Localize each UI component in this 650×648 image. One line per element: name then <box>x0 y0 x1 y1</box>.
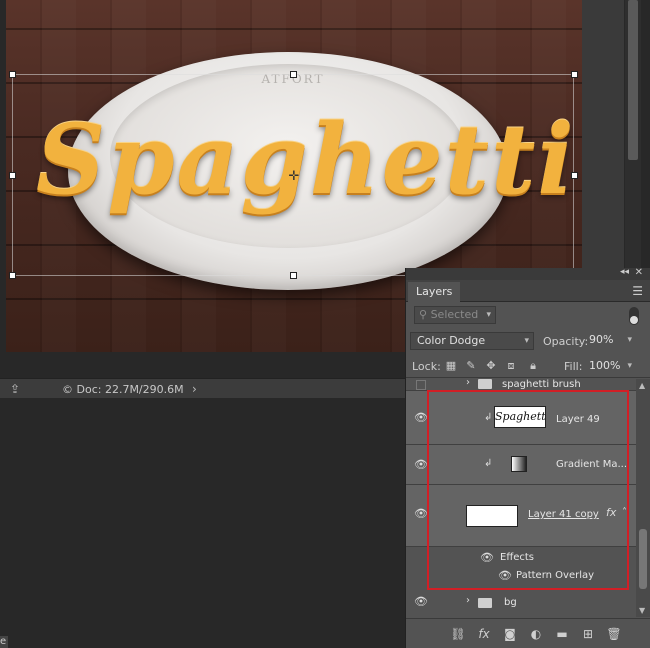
clip-arrow-icon: ↲ <box>484 412 493 423</box>
folder-icon <box>478 598 492 608</box>
document-tab[interactable]: e <box>0 636 8 648</box>
search-icon: ⚲ <box>419 308 431 321</box>
scroll-up-icon[interactable]: ▲ <box>639 381 645 390</box>
folder-icon <box>478 379 492 389</box>
fill-input[interactable]: 100% ▾ <box>586 358 636 376</box>
opacity-label: Opacity: <box>543 335 589 348</box>
transform-handle-top[interactable] <box>290 71 297 78</box>
doc-size-readout[interactable]: © Doc: 22.7M/290.6M <box>62 383 184 396</box>
collapse-icon[interactable]: ◂◂ <box>620 267 629 277</box>
chevron-right-icon[interactable]: › <box>466 595 470 606</box>
adjustment-icon[interactable]: ◐ <box>528 626 544 642</box>
artboard-icon[interactable]: ⧈ <box>504 359 518 373</box>
eye-icon[interactable]: 👁︎ <box>414 458 428 472</box>
effects-row[interactable]: 👁︎ Effects <box>406 549 636 567</box>
panel-menu-icon[interactable]: ☰ <box>632 284 643 298</box>
fx-icon[interactable]: fx <box>606 506 616 519</box>
fill-label: Fill: <box>564 360 583 373</box>
filter-toggle[interactable] <box>629 307 639 325</box>
chevron-right-icon[interactable]: › <box>192 382 197 396</box>
eye-icon[interactable]: 👁︎ <box>480 551 494 565</box>
gradient-map-icon <box>511 456 527 472</box>
layer-row-spaghetti-brush[interactable]: › spaghetti brush <box>406 379 636 391</box>
layer-row-bg[interactable]: 👁︎ › bg <box>406 589 636 617</box>
new-layer-icon[interactable]: ⊞ <box>580 626 596 642</box>
brush-icon[interactable]: ✎ <box>464 359 478 373</box>
opacity-input[interactable]: 90% ▾ <box>586 332 636 350</box>
chevron-down-icon: ▾ <box>486 310 491 320</box>
chevron-down-icon: ▾ <box>627 361 632 371</box>
status-bar: ⇪ © Doc: 22.7M/290.6M › <box>0 378 405 398</box>
visibility-toggle[interactable] <box>416 380 426 390</box>
panel-topbar: ◂◂ ✕ <box>406 267 650 280</box>
chevron-right-icon[interactable]: › <box>466 379 470 388</box>
lock-row: Lock: ▦ ✎ ✥ ⧈ 🔒︎ Fill: 100% ▾ <box>406 356 650 378</box>
layers-panel-footer: ⛓ fx ◙ ◐ ▬ ⊞ 🗑︎ <box>406 618 650 648</box>
transform-handle-bottom-left[interactable] <box>9 272 16 279</box>
share-icon[interactable]: ⇪ <box>10 382 20 396</box>
eye-icon[interactable]: 👁︎ <box>498 569 512 583</box>
layers-list[interactable]: › spaghetti brush 👁︎ ↲ Spaghetti Layer 4… <box>406 379 636 617</box>
close-icon[interactable]: ✕ <box>635 267 643 278</box>
lock-icon[interactable]: 🔒︎ <box>526 359 540 373</box>
folder-icon[interactable]: ▬ <box>554 626 570 642</box>
link-icon[interactable]: ⛓ <box>450 626 466 642</box>
clip-arrow-icon: ↲ <box>484 458 493 469</box>
trash-icon[interactable]: 🗑︎ <box>606 626 622 642</box>
transform-handle-left[interactable] <box>9 172 16 179</box>
blend-mode-select[interactable]: Color Dodge ▾ <box>410 332 534 350</box>
layer-thumbnail: Spaghetti <box>494 406 546 428</box>
move-icon[interactable]: ✥ <box>484 359 498 373</box>
layer-row-layer-41-copy[interactable]: 👁︎ Layer 41 copy fx ˄ <box>406 485 636 547</box>
eye-icon[interactable]: 👁︎ <box>414 411 428 425</box>
layers-scrollbar-thumb[interactable] <box>639 529 647 589</box>
layer-thumbnail <box>466 505 518 527</box>
layer-row-layer-49[interactable]: 👁︎ ↲ Spaghetti Layer 49 <box>406 391 636 445</box>
layer-row-gradient-map[interactable]: 👁︎ ↲ Gradient Ma... <box>406 445 636 485</box>
layer-filter-select[interactable]: ⚲ Selected ▾ <box>414 306 496 324</box>
scroll-down-icon[interactable]: ▼ <box>639 606 645 615</box>
transform-handle-top-left[interactable] <box>9 71 16 78</box>
workspace: ATFORT Spaghetti ✛ ⇪ © Doc: 22.7M/290.6M… <box>0 0 650 648</box>
vertical-scrollbar-thumb[interactable] <box>628 0 638 160</box>
chevron-up-icon[interactable]: ˄ <box>622 507 627 518</box>
fx-icon[interactable]: fx <box>476 626 492 642</box>
blend-row: Color Dodge ▾ Opacity: 90% ▾ <box>406 330 650 354</box>
layer-filter-row: ⚲ Selected ▾ <box>406 304 650 328</box>
transform-handle-bottom[interactable] <box>290 272 297 279</box>
transform-handle-right[interactable] <box>571 172 578 179</box>
eye-icon[interactable]: 👁︎ <box>414 507 428 521</box>
canvas-margin <box>582 0 624 268</box>
eye-icon[interactable]: 👁︎ <box>414 595 428 609</box>
pattern-overlay-row[interactable]: 👁︎ Pattern Overlay <box>406 567 636 585</box>
mask-icon[interactable]: ◙ <box>502 626 518 642</box>
lock-transparent-icon[interactable]: ▦ <box>444 359 458 373</box>
layers-scrollbar[interactable]: ▲ ▼ <box>636 379 650 617</box>
transform-handle-top-right[interactable] <box>571 71 578 78</box>
layers-panel: ◂◂ ✕ Layers ☰ ⚲ Selected ▾ Color Dodge ▾… <box>405 267 650 648</box>
crosshair-icon[interactable]: ✛ <box>287 170 301 184</box>
tab-layers[interactable]: Layers <box>408 282 461 302</box>
lock-label: Lock: <box>412 360 441 373</box>
chevron-down-icon: ▾ <box>524 336 529 346</box>
chevron-down-icon: ▾ <box>627 335 632 345</box>
panel-tab-bar: Layers ☰ <box>406 280 650 302</box>
